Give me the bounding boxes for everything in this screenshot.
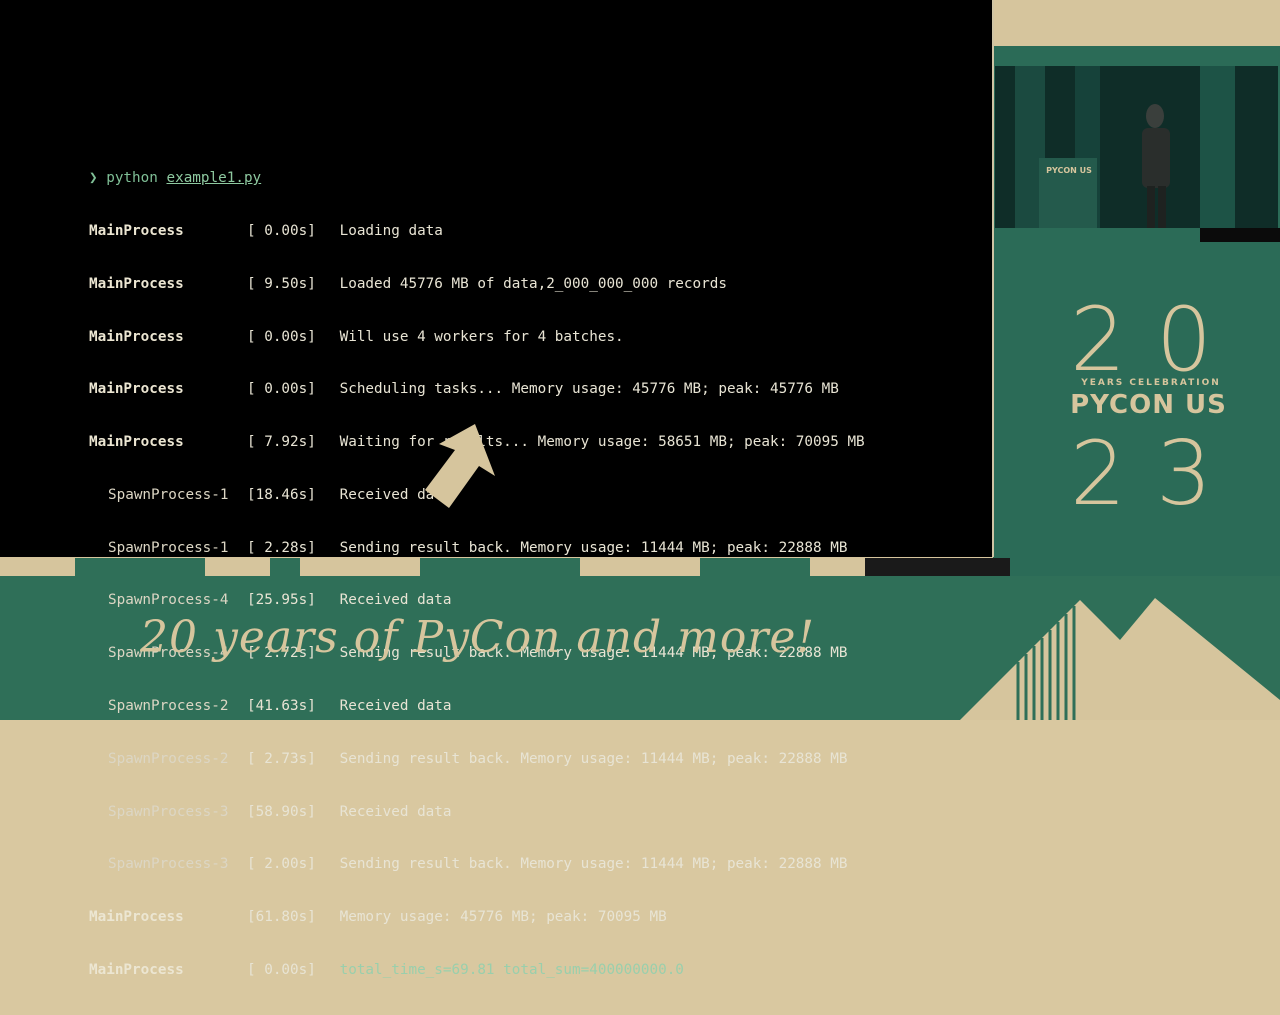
- process-name: SpawnProcess-2: [108, 750, 229, 767]
- arrow-pointer-icon: [425, 424, 495, 508]
- year-bottom: 23: [1070, 422, 1242, 525]
- branding-top-strip: [993, 0, 1280, 46]
- celebration-caption: YEARS CELEBRATION: [1081, 378, 1221, 388]
- log-message: Memory usage: 45776 MB; peak: 70095 MB: [339, 909, 667, 926]
- branding-top-block: [1010, 46, 1145, 66]
- log-message: Sending result back. Memory usage: 11444…: [339, 539, 848, 556]
- elapsed-time: [ 2.00s]: [247, 856, 316, 873]
- elapsed-time: [41.63s]: [247, 698, 316, 714]
- tagline: 20 years of PyCon and more!: [140, 612, 816, 663]
- process-name: SpawnProcess-3: [108, 856, 229, 873]
- log-message: Will use 4 workers for 4 batches.: [339, 328, 624, 345]
- log-line: SpawnProcess-2 [ 2.73s] Sending result ba…: [89, 751, 865, 769]
- process-name: MainProcess: [89, 275, 184, 292]
- log-message: Sending result back. Memory usage: 11444…: [339, 856, 848, 873]
- elapsed-time: [ 0.00s]: [247, 381, 316, 398]
- elapsed-time: [25.95s]: [247, 592, 316, 609]
- log-message: total_time_s=69.81 total_sum=400000000.0: [339, 961, 684, 978]
- elapsed-time: [ 2.28s]: [247, 539, 316, 556]
- log-line: MainProcess [61.80s] Memory usage: 45776 …: [89, 909, 865, 927]
- video-caption-bar: [1200, 228, 1280, 242]
- log-line: MainProcess [ 0.00s] total_time_s=69.81 t…: [89, 962, 865, 980]
- elapsed-time: [18.46s]: [247, 486, 316, 503]
- prompt-line: ❯ python example1.py: [89, 170, 865, 188]
- elapsed-time: [ 0.00s]: [247, 222, 316, 239]
- log-message: Loaded 45776 MB of data,2_000_000_000 re…: [339, 275, 727, 292]
- log-message: Sending result back. Memory usage: 11444…: [339, 750, 848, 767]
- log-line: MainProcess [ 9.50s] Loaded 45776 MB of d…: [89, 276, 865, 294]
- log-line: SpawnProcess-3 [58.90s] Received data: [89, 804, 865, 822]
- elapsed-time: [61.80s]: [247, 909, 316, 926]
- stage-scene-graphic: [995, 66, 1278, 228]
- process-name: MainProcess: [89, 222, 184, 239]
- command-name: python: [106, 170, 158, 187]
- log-line: MainProcess [ 0.00s] Will use 4 workers f…: [89, 329, 865, 347]
- elapsed-time: [ 0.00s]: [247, 961, 316, 978]
- terminal-output: ❯ python example1.py MainProcess [ 0.00s]…: [89, 135, 865, 1015]
- log-line: SpawnProcess-2 [41.63s] Received data: [89, 698, 865, 716]
- log-line: SpawnProcess-1 [ 2.28s] Sending result ba…: [89, 540, 865, 558]
- log-message: Scheduling tasks... Memory usage: 45776 …: [339, 381, 839, 398]
- log-line: MainProcess [ 0.00s] Scheduling tasks... …: [89, 381, 865, 399]
- branding-top-block-2: [1172, 46, 1280, 66]
- command-argument[interactable]: example1.py: [166, 170, 261, 186]
- process-name: SpawnProcess-2: [108, 698, 229, 714]
- process-name: MainProcess: [89, 381, 184, 398]
- log-line: SpawnProcess-4 [25.95s] Received data: [89, 592, 865, 610]
- log-line: MainProcess [ 0.00s] Loading data: [89, 223, 865, 241]
- process-name: SpawnProcess-3: [108, 803, 229, 820]
- elapsed-time: [ 7.92s]: [247, 434, 316, 451]
- log-message: Received data: [339, 803, 452, 820]
- elapsed-time: [ 9.50s]: [247, 275, 316, 292]
- process-name: MainProcess: [89, 434, 184, 451]
- log-message: Received data: [339, 592, 452, 609]
- process-name: SpawnProcess-1: [108, 539, 229, 556]
- process-name: SpawnProcess-4: [108, 592, 229, 609]
- log-message: Received data: [339, 698, 452, 714]
- strip-block: [865, 558, 1010, 576]
- year-top: 20: [1070, 288, 1242, 391]
- log-message: Loading data: [339, 222, 443, 239]
- log-line: SpawnProcess-3 [ 2.00s] Sending result ba…: [89, 856, 865, 874]
- terminal-window[interactable]: ❯ python example1.py MainProcess [ 0.00s]…: [0, 0, 994, 978]
- process-name: MainProcess: [89, 909, 184, 926]
- process-name: SpawnProcess-1: [108, 486, 229, 503]
- prompt-icon: ❯: [89, 170, 98, 187]
- mountain-graphic: [960, 598, 1280, 720]
- lectern-label: PYCON US: [1046, 166, 1092, 175]
- conference-title: PYCON US: [1070, 390, 1227, 420]
- process-name: MainProcess: [89, 328, 184, 345]
- process-name: MainProcess: [89, 961, 184, 978]
- elapsed-time: [ 2.73s]: [247, 750, 316, 767]
- elapsed-time: [58.90s]: [247, 803, 316, 820]
- elapsed-time: [ 0.00s]: [247, 328, 316, 345]
- speaker-video: PYCON US: [995, 66, 1278, 228]
